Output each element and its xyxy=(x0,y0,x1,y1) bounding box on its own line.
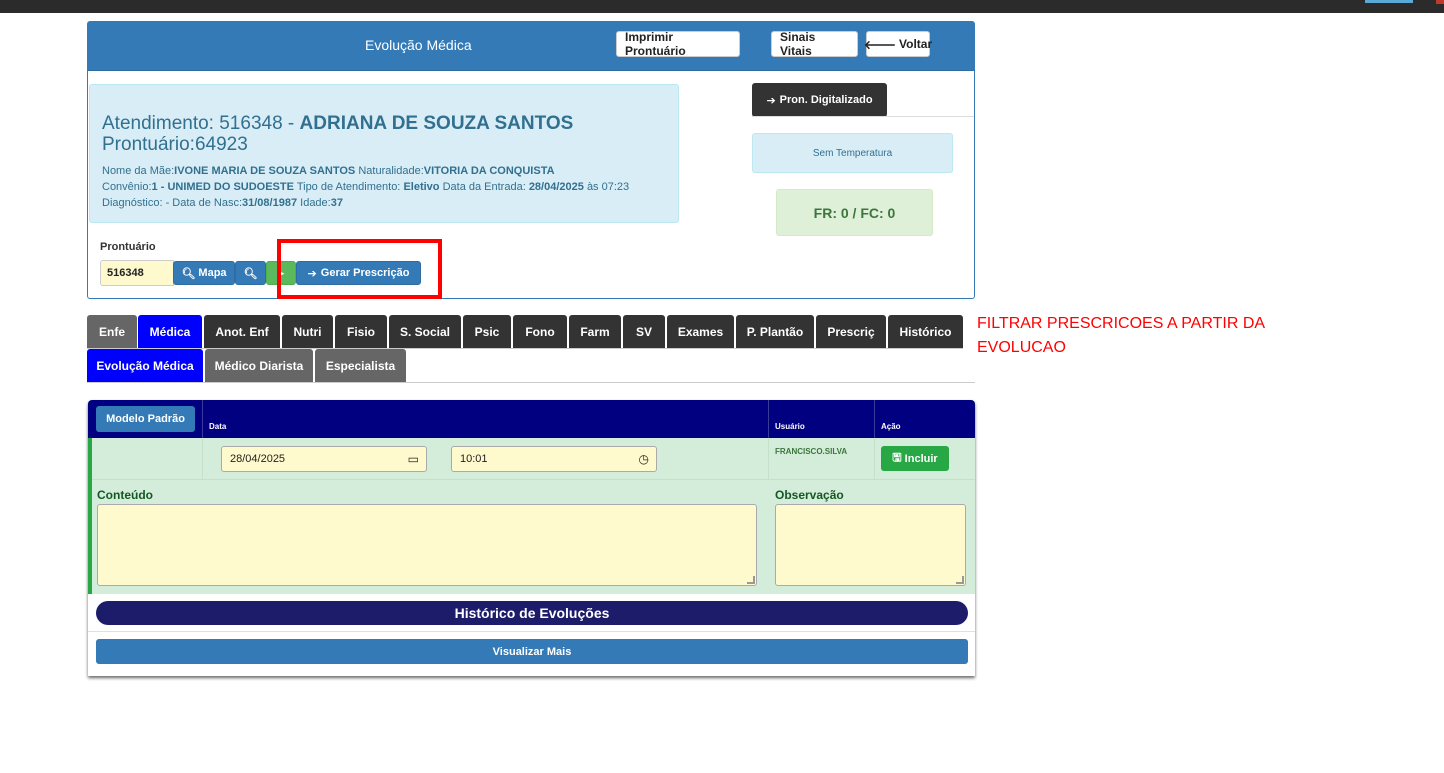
convenio-label: Convênio: xyxy=(102,181,152,193)
highlight-box xyxy=(277,239,442,299)
resize-grip-icon[interactable] xyxy=(956,576,964,584)
entrada-time: às 07:23 xyxy=(586,181,630,193)
arrow-left-icon: 🡐 xyxy=(863,37,897,52)
include-button[interactable]: 🖫 Incluir xyxy=(881,446,949,471)
date-value: 28/04/2025 xyxy=(230,453,286,465)
tab-nutri[interactable]: Nutri xyxy=(282,315,333,349)
search-button[interactable]: 🔍︎ xyxy=(235,261,266,285)
age-value: 37 xyxy=(330,197,343,209)
form-table-header: Modelo Padrão Data Usuário Ação xyxy=(88,400,975,438)
tab-fono[interactable]: Fono xyxy=(513,315,567,349)
mother-label: Nome da Mãe: xyxy=(102,165,175,177)
back-button[interactable]: 🡐 Voltar xyxy=(863,31,933,57)
mother-line: Nome da Mãe:IVONE MARIA DE SOUZA SANTOS … xyxy=(102,165,555,177)
patient-info-box: Atendimento: 516348 - ADRIANA DE SOUZA S… xyxy=(89,84,679,223)
vital-signs-button[interactable]: Sinais Vitais xyxy=(771,30,858,58)
include-label: Incluir xyxy=(904,452,938,465)
naturalidade-label: Naturalidade: xyxy=(358,165,424,177)
convenio-line: Convênio:1 - UNIMED DO SUDOESTE Tipo de … xyxy=(102,181,629,193)
tab-s-social[interactable]: S. Social xyxy=(389,315,461,349)
browser-top-bar xyxy=(0,0,1444,13)
tab-medica[interactable]: Médica xyxy=(138,315,202,349)
user-name: FRANCISCO.SILVA xyxy=(775,447,848,456)
tab-medico-diarista[interactable]: Médico Diarista xyxy=(205,349,313,383)
digitized-record-label: Pron. Digitalizado xyxy=(779,94,873,106)
fr-fc-indicator: FR: 0 / FC: 0 xyxy=(776,189,933,236)
resize-grip-icon[interactable] xyxy=(747,576,755,584)
row-separator xyxy=(874,438,875,479)
calendar-icon[interactable]: ▭ xyxy=(408,452,419,466)
patient-name: ADRIANA DE SOUZA SANTOS xyxy=(299,113,574,134)
print-record-button[interactable]: Imprimir Prontuário xyxy=(616,30,740,58)
modelo-padrao-button[interactable]: Modelo Padrão xyxy=(96,406,195,432)
header-separator xyxy=(202,400,203,438)
mapa-label: Mapa xyxy=(198,267,227,279)
convenio-value: 1 - UNIMED DO SUDOESTE xyxy=(151,181,294,193)
tipo-label: Tipo de Atendimento: xyxy=(296,181,401,193)
observacao-label: Observação xyxy=(775,488,844,502)
row-divider xyxy=(92,479,975,480)
history-title: Histórico de Evoluções xyxy=(96,601,968,625)
temperature-alert: Sem Temperatura xyxy=(752,133,953,173)
header-separator xyxy=(768,400,769,438)
evolution-form-card: Modelo Padrão Data Usuário Ação Conteúdo… xyxy=(88,400,975,676)
tab-p-plantao[interactable]: P. Plantão xyxy=(736,315,814,349)
annotation-note: FILTRAR PRESCRICOES A PARTIR DA EVOLUCAO xyxy=(977,315,1265,356)
time-value: 10:01 xyxy=(460,453,488,465)
top-bar-close-indicator xyxy=(1436,0,1444,4)
row-separator xyxy=(768,438,769,479)
tipo-value: Eletivo xyxy=(403,181,440,193)
tab-psic[interactable]: Psic xyxy=(463,315,511,349)
entrada-label: Data da Entrada: xyxy=(442,181,526,193)
time-input[interactable]: 10:01 ◷ xyxy=(451,446,657,472)
clock-icon[interactable]: ◷ xyxy=(639,452,649,466)
digitized-record-button[interactable]: ➔ Pron. Digitalizado xyxy=(752,83,887,117)
patient-panel: Evolução Médica Imprimir Prontuário Sina… xyxy=(87,21,975,299)
search-icon: 🔍︎ xyxy=(243,267,258,280)
row-separator xyxy=(202,438,203,479)
tab-sv[interactable]: SV xyxy=(623,315,665,349)
conteudo-textarea[interactable] xyxy=(97,504,757,586)
tab-farm[interactable]: Farm xyxy=(569,315,621,349)
header-separator xyxy=(874,400,875,438)
column-acao: Ação xyxy=(881,422,901,431)
back-button-label: Voltar xyxy=(899,37,933,51)
search-icon: 🔍︎ xyxy=(181,267,196,280)
atendimento-line: Atendimento: 516348 - ADRIANA DE SOUZA S… xyxy=(102,113,573,135)
tab-anot-enf[interactable]: Anot. Enf xyxy=(204,315,280,349)
top-bar-indicator xyxy=(1365,0,1413,3)
view-more-button[interactable]: Visualizar Mais xyxy=(96,639,968,664)
panel-header: Evolução Médica Imprimir Prontuário Sina… xyxy=(88,22,974,71)
observacao-textarea[interactable] xyxy=(775,504,966,586)
prontuario-number: Prontuário:64923 xyxy=(102,134,248,155)
page-title: Evolução Médica xyxy=(365,37,472,53)
prontuario-input[interactable]: 516348 xyxy=(100,260,174,286)
tab-prescric[interactable]: Prescriç xyxy=(816,315,886,349)
divider xyxy=(752,116,974,117)
birth-date: 31/08/1987 xyxy=(242,197,298,209)
tab-enfe[interactable]: Enfe xyxy=(87,315,137,349)
prontuario-label: Prontuário xyxy=(100,241,156,253)
tab-fisio[interactable]: Fisio xyxy=(335,315,387,349)
conteudo-label: Conteúdo xyxy=(97,488,153,502)
age-label: Idade: xyxy=(300,197,331,209)
column-data: Data xyxy=(209,422,227,431)
arrow-right-icon: ➔ xyxy=(766,94,776,107)
tabs-row2-divider xyxy=(87,382,975,383)
history-divider xyxy=(88,631,975,632)
entrada-date: 28/04/2025 xyxy=(528,181,584,193)
diagnostico-line: Diagnóstico: - Data de Nasc:31/08/1987 I… xyxy=(102,197,343,209)
tab-historico[interactable]: Histórico xyxy=(888,315,963,349)
tab-especialista[interactable]: Especialista xyxy=(315,349,406,383)
tab-exames[interactable]: Exames xyxy=(667,315,734,349)
naturalidade-value: VITORIA DA CONQUISTA xyxy=(423,165,555,177)
mother-name: IVONE MARIA DE SOUZA SANTOS xyxy=(174,165,356,177)
date-input[interactable]: 28/04/2025 ▭ xyxy=(221,446,427,472)
atendimento-number: Atendimento: 516348 - xyxy=(102,113,300,134)
diagnostico-label: Diagnóstico: - Data de Nasc: xyxy=(102,197,243,209)
tab-evolucao-medica[interactable]: Evolução Médica xyxy=(87,349,203,383)
mapa-button[interactable]: 🔍︎ Mapa xyxy=(173,261,235,285)
save-icon: 🖫 xyxy=(892,452,902,464)
column-usuario: Usuário xyxy=(775,422,805,431)
